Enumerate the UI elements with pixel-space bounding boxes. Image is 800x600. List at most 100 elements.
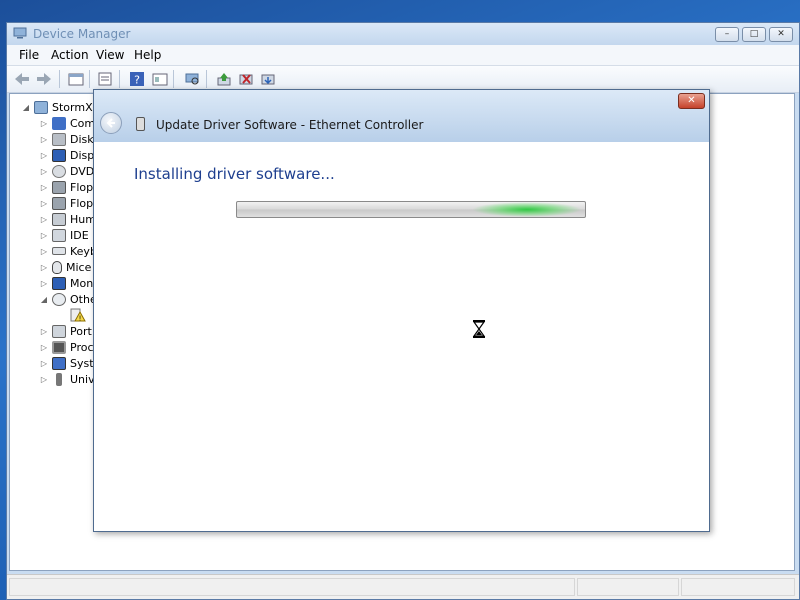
expand-icon[interactable]: ▷: [40, 375, 48, 384]
display-adapter-icon: [52, 148, 66, 162]
install-progress-bar: [236, 201, 586, 218]
tree-item[interactable]: ▷ Disk: [40, 131, 94, 147]
status-cell: [9, 578, 575, 596]
tree-item[interactable]: ▷ Univ: [40, 371, 95, 387]
mouse-icon: [52, 260, 62, 274]
status-cell: [577, 578, 679, 596]
expand-icon[interactable]: ▷: [40, 119, 48, 128]
expand-icon[interactable]: ▷: [40, 343, 48, 352]
tree-item[interactable]: ▷ Hum: [40, 211, 96, 227]
expand-icon[interactable]: ▷: [40, 135, 48, 144]
update-icon[interactable]: [215, 70, 233, 88]
menu-view[interactable]: View: [96, 48, 124, 62]
view-icon[interactable]: [151, 70, 169, 88]
system-devices-icon: [52, 356, 66, 370]
collapse-icon[interactable]: ◢: [22, 103, 30, 112]
expand-icon[interactable]: ▷: [40, 199, 48, 208]
expand-icon[interactable]: ▷: [40, 359, 48, 368]
tree-item-label: Mon: [70, 276, 94, 290]
tree-item[interactable]: ▷ Flop: [40, 195, 93, 211]
status-cell: [681, 578, 795, 596]
computer-icon: [13, 27, 27, 39]
tree-item[interactable]: ▷ Proc: [40, 339, 94, 355]
tree-item-label: Port: [70, 324, 92, 338]
tree-root[interactable]: ◢ StormXP: [22, 99, 99, 115]
expand-icon[interactable]: ▷: [40, 231, 48, 240]
tree-item[interactable]: ▷ Syst: [40, 355, 94, 371]
tree-item[interactable]: ▷ Port: [40, 323, 92, 339]
dvd-drive-icon: [52, 164, 66, 178]
tree-item[interactable]: ▷ DVD: [40, 163, 94, 179]
tree-item-label: Univ: [70, 372, 95, 386]
help-icon[interactable]: ?: [128, 70, 146, 88]
status-bar: [7, 574, 799, 599]
expand-icon[interactable]: ▷: [40, 167, 48, 176]
back-button[interactable]: [100, 112, 122, 134]
install-heading: Installing driver software...: [134, 165, 335, 183]
expand-icon[interactable]: ▷: [40, 247, 48, 256]
computer-icon: [34, 100, 48, 114]
update-driver-dialog: ✕ Update Driver Software - Ethernet Cont…: [93, 89, 710, 532]
floppy-controller-icon: [52, 180, 66, 194]
disk-drive-icon: [52, 132, 66, 146]
minimize-button[interactable]: –: [715, 27, 739, 42]
menu-bar: File Action View Help: [7, 45, 799, 66]
tree-item-label: Flop: [70, 180, 94, 194]
back-arrow-icon: [106, 118, 115, 128]
tree-item[interactable]: ▷ Flop: [40, 179, 93, 195]
menu-help[interactable]: Help: [134, 48, 161, 62]
tree-item[interactable]: ▷ Disp: [40, 147, 94, 163]
floppy-drive-icon: [52, 196, 66, 210]
monitor-icon: [52, 276, 66, 290]
hid-icon: [52, 212, 66, 226]
window-title: Device Manager: [33, 27, 131, 41]
uninstall-icon[interactable]: [237, 70, 255, 88]
expand-icon[interactable]: ▷: [40, 151, 48, 160]
tree-item-label: Disk: [70, 132, 94, 146]
tree-item[interactable]: ▷ IDE: [40, 227, 89, 243]
menu-file[interactable]: File: [19, 48, 39, 62]
expand-icon[interactable]: ▷: [40, 263, 48, 272]
expand-icon[interactable]: ▷: [40, 183, 48, 192]
menu-action[interactable]: Action: [51, 48, 89, 62]
tree-item-label: Com: [70, 116, 96, 130]
tree-item[interactable]: ▷ Keyb: [40, 243, 97, 259]
keyboard-icon: [52, 247, 66, 255]
dialog-header[interactable]: ✕ Update Driver Software - Ethernet Cont…: [94, 90, 709, 142]
maximize-button[interactable]: □: [742, 27, 766, 42]
dialog-title: Update Driver Software - Ethernet Contro…: [156, 118, 424, 132]
scan-hardware-icon[interactable]: [183, 70, 201, 88]
properties-icon[interactable]: [67, 70, 85, 88]
back-icon[interactable]: [13, 70, 31, 88]
tree-item-label: IDE: [70, 228, 89, 242]
tree-item[interactable]: ▷ Com: [40, 115, 95, 131]
tree-item[interactable]: ◢ Othe: [40, 291, 97, 307]
title-bar[interactable]: Device Manager – □ ✕: [7, 23, 799, 45]
network-adapter-icon: [136, 117, 145, 131]
tree-item-label: Syst: [70, 356, 94, 370]
expand-icon[interactable]: ▷: [40, 215, 48, 224]
tree-item[interactable]: ▷ Mon: [40, 275, 93, 291]
ide-controller-icon: [52, 228, 66, 242]
expand-icon[interactable]: ▷: [40, 327, 48, 336]
update-driver-icon[interactable]: [96, 70, 114, 88]
expand-icon[interactable]: ▷: [40, 279, 48, 288]
tree-item[interactable]: ▷ Mice: [40, 259, 91, 275]
hourglass-cursor-icon: [472, 320, 486, 338]
tree-item-label: DVD: [70, 164, 95, 178]
port-icon: [52, 324, 66, 338]
tree-item-label: Flop: [70, 196, 94, 210]
tree-item-label: Mice: [66, 260, 92, 274]
collapse-icon[interactable]: ◢: [40, 295, 48, 304]
tree-item-ethernet-controller[interactable]: !: [70, 307, 90, 323]
computer-icon: [52, 116, 66, 130]
other-devices-icon: [52, 292, 66, 306]
svg-text:?: ?: [134, 74, 140, 87]
forward-icon[interactable]: [35, 70, 53, 88]
tree-item-label: Proc: [70, 340, 94, 354]
close-button[interactable]: ✕: [769, 27, 793, 42]
dialog-close-button[interactable]: ✕: [678, 93, 705, 109]
processor-icon: [52, 340, 66, 354]
tree-item-label: Disp: [70, 148, 95, 162]
disable-icon[interactable]: [259, 70, 277, 88]
